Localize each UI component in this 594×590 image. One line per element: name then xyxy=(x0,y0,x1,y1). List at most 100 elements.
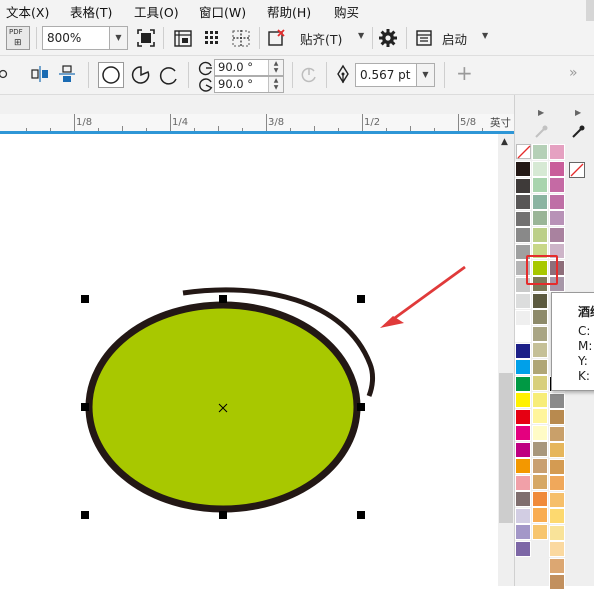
zoom-to-page-icon[interactable] xyxy=(136,28,156,48)
options-gear-icon[interactable] xyxy=(377,27,399,49)
palette-swatch[interactable] xyxy=(532,210,548,226)
outline-width-field[interactable]: 0.567 pt ▼ xyxy=(355,63,435,87)
palette-swatch[interactable] xyxy=(532,490,548,507)
scroll-up-icon[interactable]: ▲ xyxy=(501,137,508,147)
drawing-canvas[interactable] xyxy=(0,134,498,586)
palette-swatch[interactable] xyxy=(515,540,531,557)
palette-swatch[interactable] xyxy=(549,557,565,574)
palette-swatch[interactable] xyxy=(549,458,565,475)
palette-swatch[interactable] xyxy=(532,391,548,408)
palette-swatch[interactable] xyxy=(532,193,548,210)
palette-swatch[interactable] xyxy=(515,375,531,392)
snap-dropdown-icon[interactable]: ▼ xyxy=(358,31,364,40)
palette-swatch[interactable] xyxy=(549,574,565,590)
palette-swatch[interactable] xyxy=(515,491,531,507)
publish-pdf-button[interactable]: PDF ⊞ xyxy=(6,26,30,50)
palette-swatch[interactable] xyxy=(532,226,548,243)
eyedropper-icon[interactable] xyxy=(570,124,586,140)
palette-swatch[interactable] xyxy=(532,358,548,375)
palette-swatch[interactable] xyxy=(515,408,531,425)
menu-text[interactable]: 文本(X) xyxy=(6,2,49,21)
add-icon[interactable]: + xyxy=(456,61,473,85)
selection-handle[interactable] xyxy=(357,511,365,519)
application-launcher-icon[interactable] xyxy=(413,27,435,49)
palette-swatch[interactable] xyxy=(549,193,565,210)
end-angle-spinner[interactable]: ▲ ▼ xyxy=(268,77,283,92)
palette-swatch[interactable] xyxy=(549,160,565,177)
palette-swatch[interactable] xyxy=(515,524,531,540)
palette-swatch[interactable] xyxy=(532,424,548,441)
palette-swatch[interactable] xyxy=(549,392,565,409)
palette2-expand-icon[interactable]: ▶ xyxy=(575,108,581,117)
palette-swatch[interactable] xyxy=(532,375,548,391)
palette-swatch[interactable] xyxy=(549,541,565,557)
rulers-icon[interactable] xyxy=(172,27,194,49)
menu-help[interactable]: 帮助(H) xyxy=(267,2,311,21)
palette-swatch[interactable] xyxy=(549,210,565,226)
palette-swatch[interactable] xyxy=(515,194,531,210)
change-direction-icon[interactable] xyxy=(298,64,320,86)
selection-handle[interactable] xyxy=(81,403,89,411)
palette-swatch[interactable] xyxy=(549,144,565,160)
outline-width-dropdown[interactable]: ▼ xyxy=(416,64,434,86)
green-ellipse[interactable] xyxy=(85,301,361,513)
palette-swatch[interactable] xyxy=(532,457,548,474)
menu-table[interactable]: 表格(T) xyxy=(70,2,112,21)
palette-swatch[interactable] xyxy=(532,292,548,309)
selection-handle[interactable] xyxy=(357,295,365,303)
palette-swatch[interactable] xyxy=(532,507,548,523)
selection-handle[interactable] xyxy=(219,295,227,303)
palette-swatch[interactable] xyxy=(515,161,531,177)
palette-swatch[interactable] xyxy=(515,392,531,408)
palette-swatch[interactable] xyxy=(549,425,565,442)
palette-swatch[interactable] xyxy=(532,523,548,540)
menu-window[interactable]: 窗口(W) xyxy=(199,2,246,21)
launch-dropdown-icon[interactable]: ▼ xyxy=(482,31,488,40)
zoom-level-field[interactable]: 800% ▼ xyxy=(42,26,128,50)
palette-swatch[interactable] xyxy=(532,325,548,342)
snap-to-label[interactable]: 贴齐(T) xyxy=(300,29,342,48)
no-color-swatch-2[interactable] xyxy=(569,162,585,178)
snap-off-icon[interactable] xyxy=(266,27,288,49)
palette-swatch[interactable] xyxy=(515,359,531,375)
palette-swatch[interactable] xyxy=(549,475,565,491)
menu-buy[interactable]: 购买 xyxy=(334,2,359,21)
palette-swatch[interactable] xyxy=(549,226,565,243)
grid-icon[interactable] xyxy=(201,27,223,49)
pie-mode-icon[interactable] xyxy=(130,63,152,87)
palette-swatch[interactable] xyxy=(532,342,548,358)
palette-expand-icon[interactable]: ▶ xyxy=(538,108,544,117)
palette-swatch[interactable] xyxy=(549,442,565,458)
palette-swatch[interactable] xyxy=(549,491,565,508)
mirror-vertical-icon[interactable] xyxy=(57,64,77,84)
palette-swatch[interactable] xyxy=(549,508,565,524)
selection-handle[interactable] xyxy=(357,403,365,411)
palette-swatch[interactable] xyxy=(549,524,565,541)
guidelines-icon[interactable] xyxy=(230,27,252,49)
palette-swatch[interactable] xyxy=(515,441,531,458)
palette-swatch[interactable] xyxy=(515,326,531,342)
palette-swatch[interactable] xyxy=(515,458,531,474)
palette-swatch[interactable] xyxy=(549,177,565,193)
ellipse-mode-button[interactable] xyxy=(98,62,124,88)
palette-swatch[interactable] xyxy=(515,293,531,309)
palette-swatch[interactable] xyxy=(515,342,531,359)
end-angle-field[interactable]: 90.0 ° ▲ ▼ xyxy=(214,76,284,93)
no-color-swatch[interactable] xyxy=(516,144,531,159)
palette-swatch[interactable] xyxy=(515,227,531,243)
palette-swatch[interactable] xyxy=(532,160,548,177)
menu-overflow-scroll[interactable] xyxy=(586,0,594,21)
more-chevrons-icon[interactable]: » xyxy=(569,65,578,81)
palette-swatch[interactable] xyxy=(515,210,531,227)
palette-swatch[interactable] xyxy=(549,409,565,425)
start-angle-field[interactable]: 90.0 ° ▲ ▼ xyxy=(214,59,284,76)
palette-swatch[interactable] xyxy=(532,474,548,490)
selection-handle[interactable] xyxy=(81,511,89,519)
selection-handle[interactable] xyxy=(81,295,89,303)
palette-swatch[interactable] xyxy=(532,309,548,325)
vertical-scrollbar-thumb[interactable] xyxy=(499,373,513,523)
arc-mode-icon[interactable] xyxy=(158,63,180,87)
palette-swatch[interactable] xyxy=(532,408,548,424)
start-angle-spinner[interactable]: ▲ ▼ xyxy=(268,60,283,75)
palette-swatch[interactable] xyxy=(515,474,531,491)
